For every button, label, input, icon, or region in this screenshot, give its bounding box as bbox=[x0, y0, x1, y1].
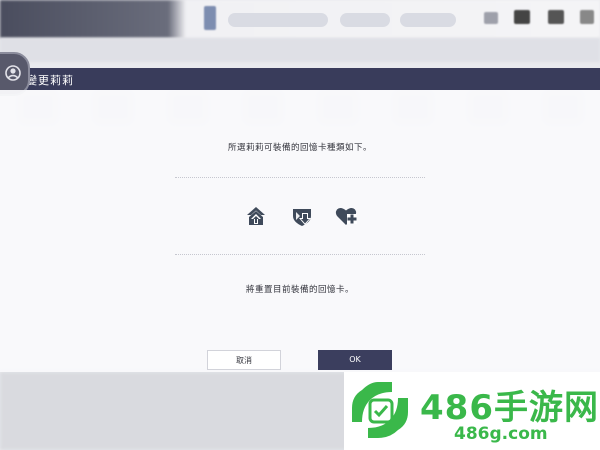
background-resource-bar bbox=[340, 13, 390, 27]
dialog-header: 變更莉莉 bbox=[0, 68, 600, 90]
background-icon bbox=[548, 10, 564, 24]
ok-button[interactable]: OK bbox=[318, 350, 392, 370]
divider bbox=[175, 254, 425, 255]
background-resource-bar bbox=[400, 13, 456, 27]
watermark-logo-icon bbox=[352, 382, 408, 438]
background-icon bbox=[514, 10, 530, 24]
memory-card-type-icons bbox=[244, 204, 360, 228]
background-icon bbox=[580, 10, 594, 24]
dialog-body: 所選莉莉可裝備的回憶卡種類如下。 將重置目前裝備的回憶卡。 取消 OK bbox=[0, 90, 600, 372]
watermark-brand: 486手游网 bbox=[420, 388, 599, 428]
divider bbox=[175, 177, 425, 178]
avatar-icon bbox=[5, 65, 21, 81]
dialog-message-top: 所選莉莉可裝備的回憶卡種類如下。 bbox=[227, 143, 372, 153]
attack-up-icon bbox=[247, 207, 265, 225]
cancel-button[interactable]: 取消 bbox=[207, 350, 281, 370]
background-resource-bar bbox=[228, 13, 328, 27]
watermark-url: 486g.com bbox=[454, 424, 548, 444]
background-icon bbox=[204, 6, 216, 30]
watermark: 486手游网 486g.com bbox=[344, 372, 600, 450]
background-sub-bar bbox=[0, 38, 600, 62]
heal-icon bbox=[335, 207, 357, 225]
background-icon bbox=[484, 12, 498, 24]
dialog-title: 變更莉莉 bbox=[26, 74, 74, 87]
defense-down-icon bbox=[293, 209, 311, 226]
dialog-message-bottom: 將重置目前裝備的回憶卡。 bbox=[245, 285, 354, 295]
